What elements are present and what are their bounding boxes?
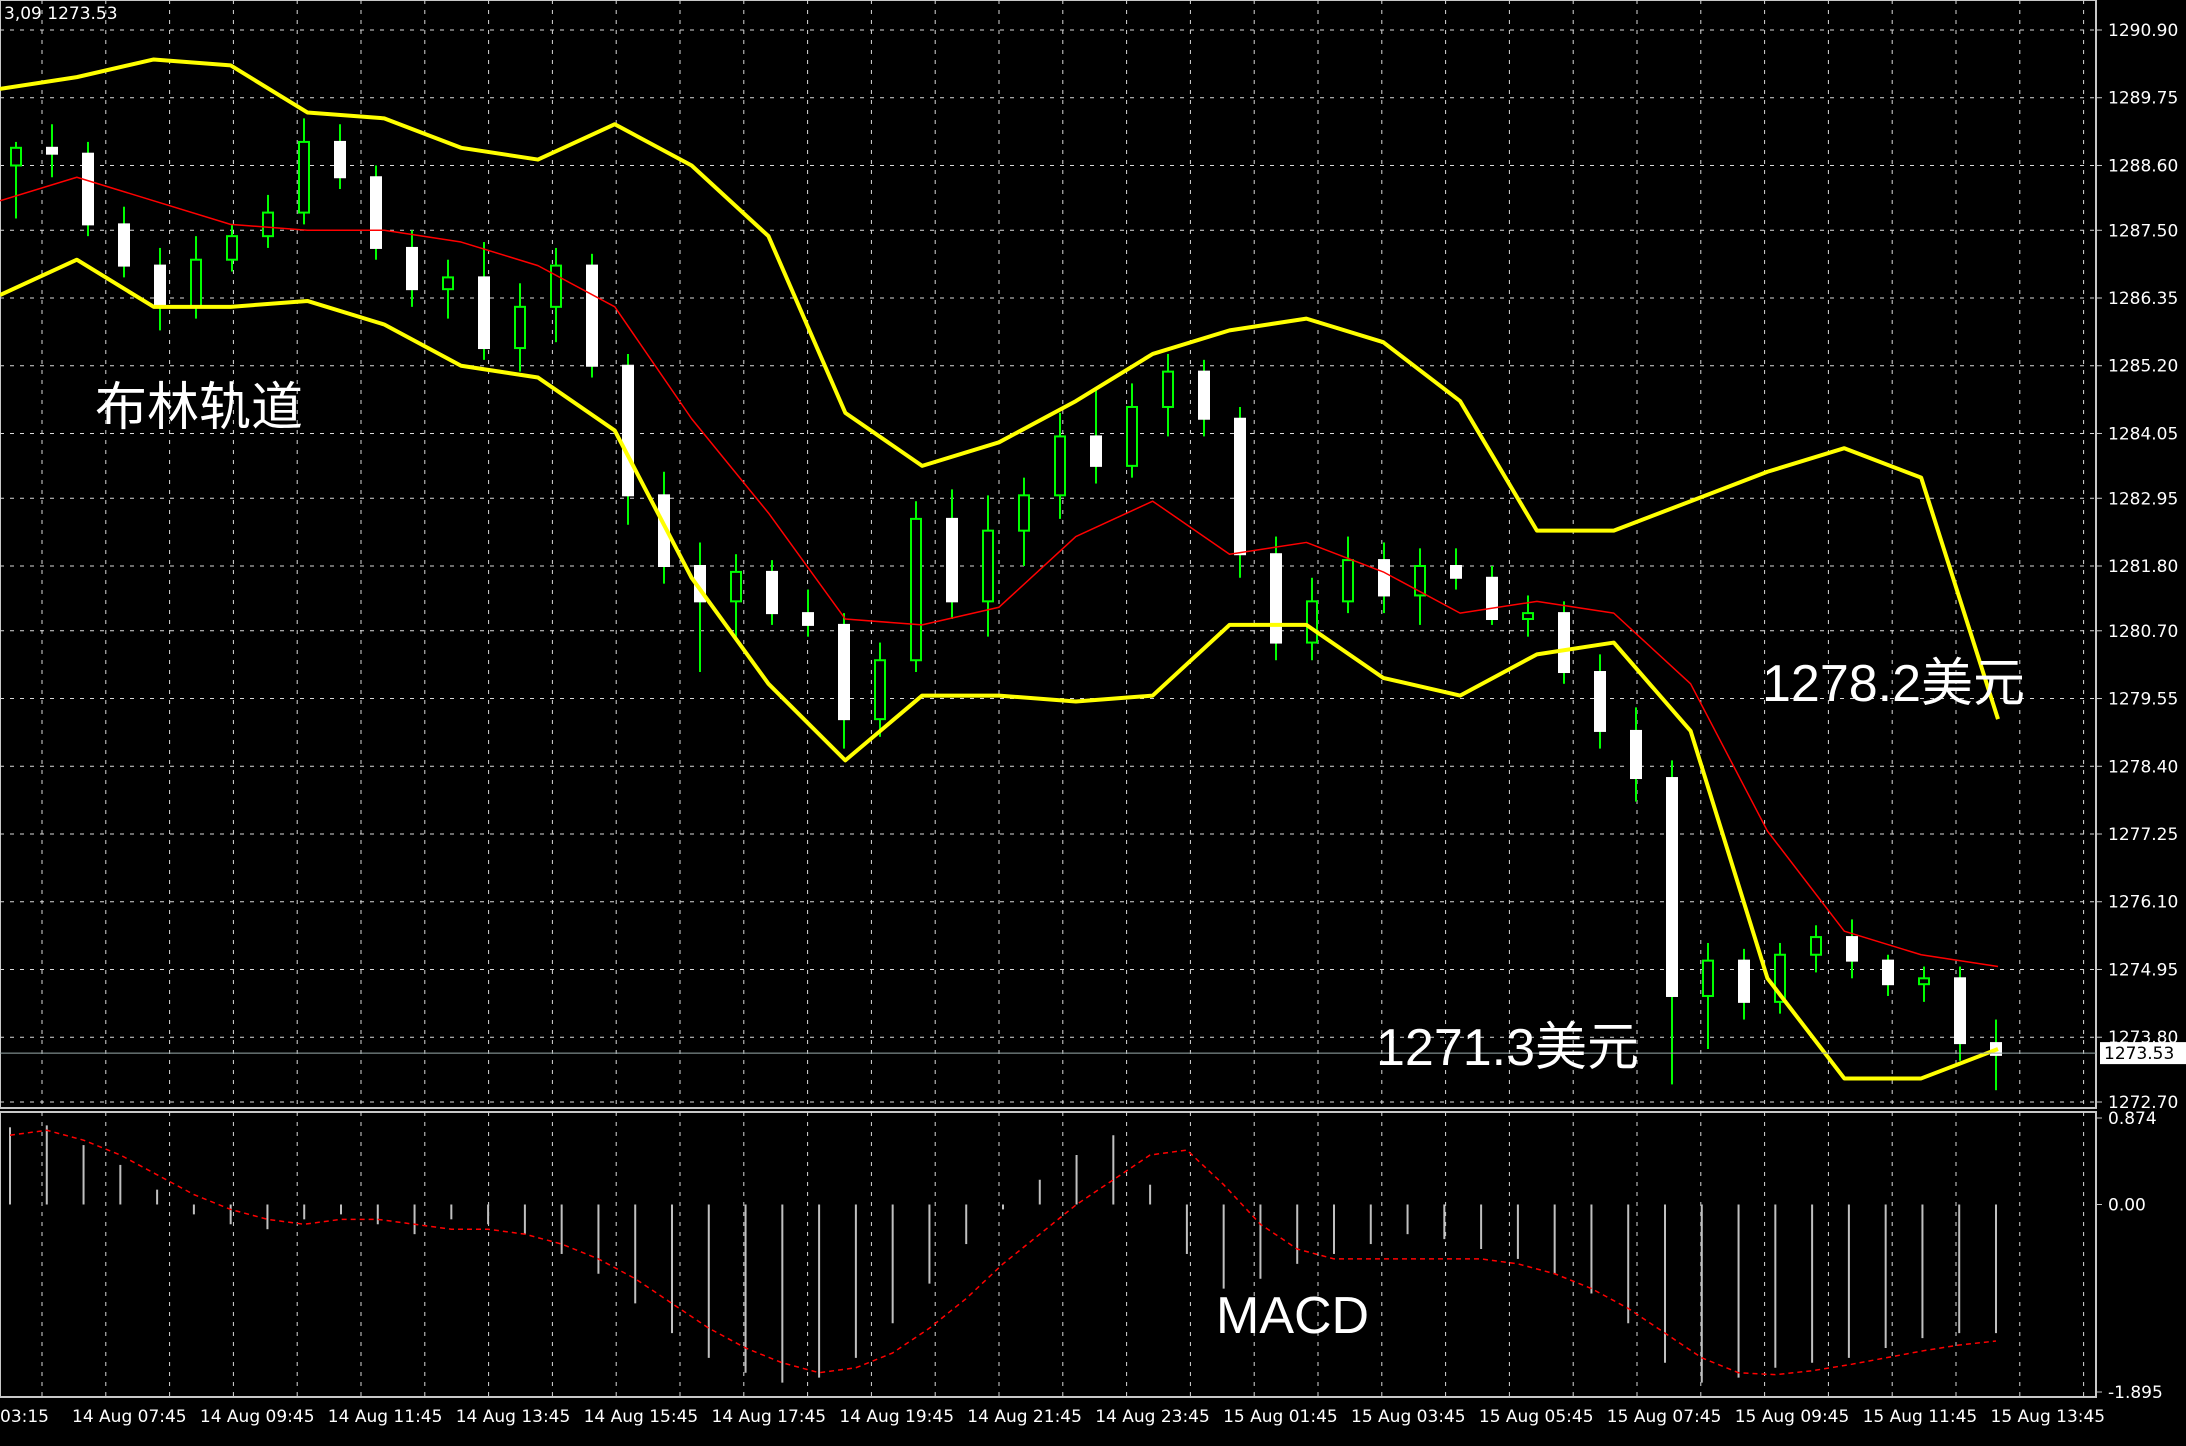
candle-body [1306, 600, 1318, 644]
candle-body [874, 659, 886, 721]
price-tick-label: 1290.90 [2108, 21, 2178, 41]
candle-body [442, 276, 454, 291]
price-tick-label: 1286.35 [2108, 289, 2178, 309]
time-tick-label: 14 Aug 17:45 [712, 1407, 827, 1427]
macd-tick-label: 0.00 [2108, 1195, 2146, 1215]
candle-body [1846, 936, 1858, 962]
price-tick-label: 1287.50 [2108, 221, 2178, 241]
candle-body [1378, 559, 1390, 597]
time-tick-label: 14 Aug 15:45 [584, 1407, 699, 1427]
candle-body [118, 223, 130, 267]
price-tick-label: 1277.25 [2108, 825, 2178, 845]
time-tick-label: 14 Aug 23:45 [1095, 1407, 1210, 1427]
price-tick-label: 1278.40 [2108, 757, 2178, 777]
candle-body [370, 176, 382, 249]
candle-body [946, 517, 958, 603]
candle-body [226, 235, 238, 261]
price-panel-frame [0, 0, 2097, 1109]
macd-panel-frame [0, 1111, 2097, 1398]
time-tick-label: 14 Aug 09:45 [200, 1407, 315, 1427]
candle-body [46, 146, 58, 155]
time-tick-label: 14 Aug 07:45 [72, 1407, 187, 1427]
candle-body [838, 623, 850, 721]
candle-body [1090, 435, 1102, 467]
candle-body [1198, 370, 1210, 420]
candle-body [802, 612, 814, 626]
time-tick-label: 14 Aug 11:45 [328, 1407, 443, 1427]
candle-body [622, 364, 634, 497]
candle-body [1918, 977, 1930, 986]
time-tick-label: 15 Aug 13:45 [1991, 1407, 2106, 1427]
price-tick-label: 1282.95 [2108, 489, 2178, 509]
candle-body [1594, 671, 1606, 732]
candle-body [1162, 370, 1174, 408]
price-tick-label: 1288.60 [2108, 156, 2178, 176]
macd-tick-label: -1.895 [2108, 1383, 2163, 1403]
macd-signal-line [9, 1129, 1997, 1376]
candle-body [1954, 977, 1966, 1045]
candle-body [1342, 559, 1354, 603]
candle-body [1666, 777, 1678, 997]
candle-body [1270, 553, 1282, 644]
candle-body [1018, 494, 1030, 532]
time-tick-label: 14 Aug 13:45 [456, 1407, 571, 1427]
candle-body [730, 570, 742, 603]
candle-body [550, 264, 562, 308]
candle-body [82, 152, 94, 226]
upper-value-label: 1278.2美元 [1762, 655, 2026, 713]
price-tick-label: 1289.75 [2108, 89, 2178, 109]
price-tick-label: 1285.20 [2108, 357, 2178, 377]
candle-body [910, 517, 922, 662]
candle-body [586, 264, 598, 367]
candle-body [1558, 612, 1570, 674]
price-tick-label: 1279.55 [2108, 690, 2178, 710]
time-tick-label: 15 Aug 07:45 [1607, 1407, 1722, 1427]
candle-body [1234, 417, 1246, 556]
time-tick-label: 03:15 [0, 1407, 49, 1427]
bollinger-label: 布林轨道 [95, 379, 304, 437]
candle-body [406, 246, 418, 291]
macd-tick-label: 0.874 [2108, 1109, 2157, 1129]
candle-body [262, 211, 274, 238]
candle-body [1450, 565, 1462, 579]
price-chart-canvas: 1290.90 1289.75 1288.60 1287.50 1286.35 1285.… [0, 0, 2186, 1427]
price-tick-label: 1284.05 [2108, 424, 2178, 444]
candle-body [1882, 959, 1894, 986]
candle-body [478, 276, 490, 350]
lower-value-label: 1271.3美元 [1376, 1019, 1640, 1077]
candle-body [1702, 959, 1714, 997]
time-tick-label: 15 Aug 01:45 [1223, 1407, 1338, 1427]
time-tick-label: 15 Aug 03:45 [1351, 1407, 1466, 1427]
candle-body [1054, 435, 1066, 497]
candle-body [10, 146, 22, 167]
candle-body [982, 529, 994, 603]
price-tick-label: 1281.80 [2108, 557, 2178, 577]
candle-body [1810, 936, 1822, 956]
candle-body [1738, 959, 1750, 1003]
macd-label: MACD [1216, 1287, 1370, 1345]
candle-body [1486, 576, 1498, 621]
time-tick-label: 15 Aug 09:45 [1735, 1407, 1850, 1427]
candle-body [1522, 612, 1534, 621]
price-tick-label: 1280.70 [2108, 622, 2178, 642]
candle-body [298, 140, 310, 214]
candle-body [334, 140, 346, 179]
time-tick-label: 14 Aug 21:45 [967, 1407, 1082, 1427]
candle-body [154, 264, 166, 308]
candle-body [1630, 729, 1642, 780]
time-tick-label: 15 Aug 05:45 [1479, 1407, 1594, 1427]
candle-body [766, 570, 778, 615]
current-price-value: 1273.53 [2104, 1044, 2174, 1064]
price-tick-label: 1276.10 [2108, 893, 2178, 913]
candle-body [1126, 405, 1138, 467]
time-tick-label: 14 Aug 19:45 [839, 1407, 954, 1427]
price-tick-label: 1274.95 [2108, 960, 2178, 980]
time-tick-label: 15 Aug 11:45 [1863, 1407, 1978, 1427]
candle-body [190, 258, 202, 308]
candle-body [514, 305, 526, 350]
